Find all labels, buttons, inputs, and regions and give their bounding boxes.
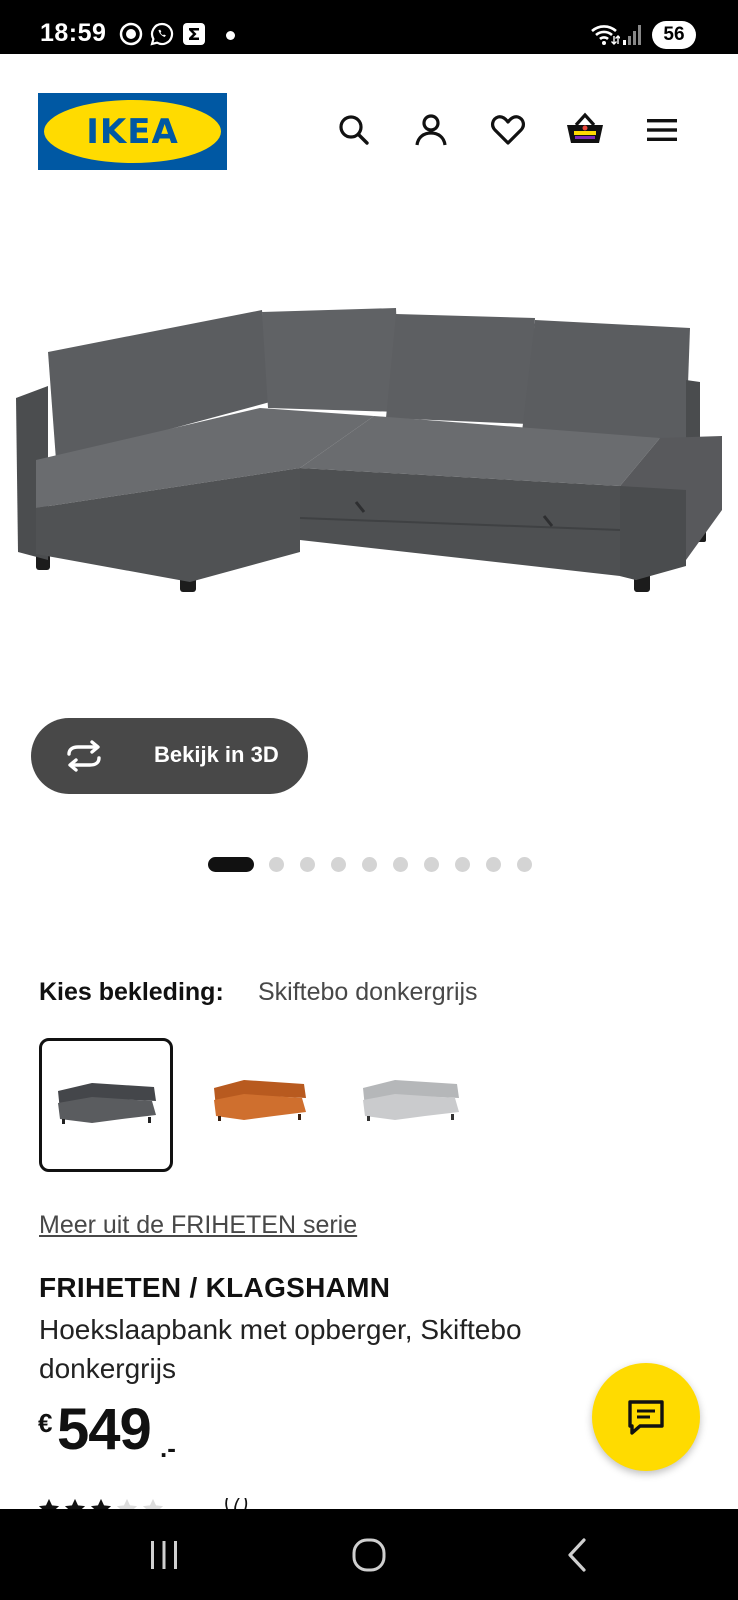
menu-icon[interactable] — [644, 112, 680, 148]
price-suffix: .- — [160, 1433, 176, 1463]
signal-icon — [623, 25, 641, 45]
upholstery-label: Kies bekleding: — [39, 978, 224, 1006]
battery-indicator: 56 — [652, 21, 696, 49]
search-icon[interactable] — [336, 112, 372, 148]
system-nav-bar — [0, 1509, 738, 1600]
notification-dot-icon — [226, 31, 235, 40]
swatch-light-grey[interactable] — [345, 1038, 479, 1172]
ikea-logo[interactable]: IKEA — [38, 93, 227, 170]
carousel-dot[interactable] — [517, 857, 532, 872]
status-time: 18:59 — [40, 19, 107, 47]
sofa-thumbnail-orange — [214, 1080, 306, 1121]
series-link[interactable]: Meer uit de FRIHETEN serie — [39, 1211, 357, 1240]
home-icon[interactable] — [349, 1535, 389, 1575]
chat-icon — [628, 1400, 664, 1435]
carousel-dot[interactable] — [455, 857, 470, 872]
view-3d-label: Bekijk in 3D — [154, 742, 279, 767]
wifi-icon — [591, 25, 620, 45]
record-icon — [119, 22, 143, 46]
carousel-dot-active[interactable] — [208, 857, 254, 872]
heart-icon[interactable] — [490, 112, 526, 148]
carousel-dot[interactable] — [362, 857, 377, 872]
product-name: FRIHETEN / KLAGSHAMN — [39, 1272, 391, 1303]
back-icon[interactable] — [558, 1535, 598, 1575]
carousel-dot[interactable] — [393, 857, 408, 872]
product-image[interactable] — [0, 290, 738, 620]
rotate-3d-icon — [67, 740, 101, 772]
basket-icon[interactable] — [565, 112, 605, 148]
logo-text: IKEA — [86, 112, 179, 152]
carousel-dot[interactable] — [424, 857, 439, 872]
swatch-dark-grey[interactable] — [39, 1038, 173, 1172]
status-bar: 18:59 56 — [0, 0, 738, 54]
carousel-dot[interactable] — [300, 857, 315, 872]
account-icon[interactable] — [413, 112, 449, 148]
price-amount: 549 — [57, 1397, 152, 1462]
upholstery-value: Skiftebo donkergrijs — [258, 978, 478, 1006]
carousel-dot[interactable] — [331, 857, 346, 872]
carousel-dot[interactable] — [486, 857, 501, 872]
swatch-orange[interactable] — [194, 1038, 328, 1172]
chat-button[interactable] — [592, 1363, 700, 1471]
recent-apps-icon[interactable] — [144, 1535, 184, 1575]
whatsapp-icon — [150, 22, 174, 46]
price-currency: € — [38, 1408, 53, 1438]
product-description: Hoekslaapbank met opberger, Skiftebo don… — [39, 1314, 522, 1384]
upholstery-selector: Kies bekleding: Skiftebo donkergrijs — [39, 978, 478, 1007]
sigma-icon — [183, 23, 205, 45]
carousel-dot[interactable] — [269, 857, 284, 872]
sofa-thumbnail-dark-grey — [58, 1083, 156, 1124]
sofa-thumbnail-light-grey — [363, 1080, 459, 1121]
view-3d-button[interactable]: Bekijk in 3D — [31, 718, 308, 794]
